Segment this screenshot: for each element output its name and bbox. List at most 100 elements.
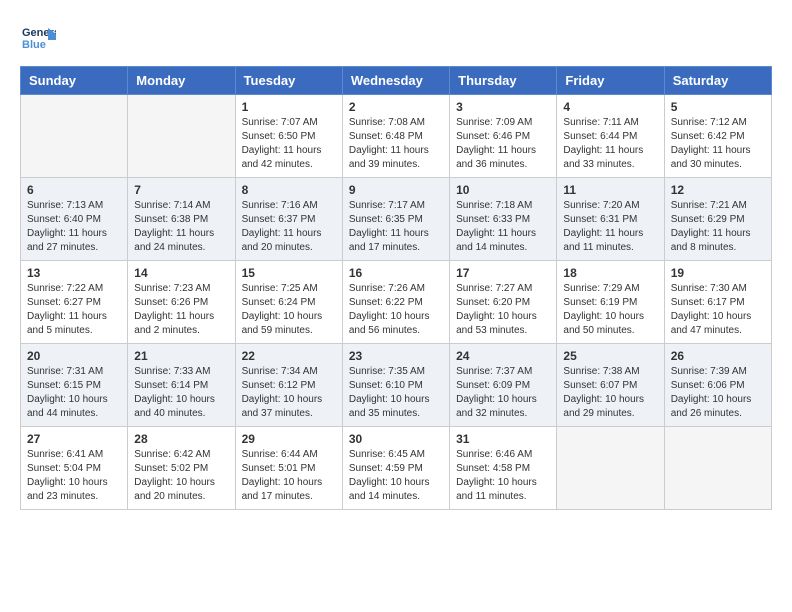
day-info: Sunrise: 7:13 AM Sunset: 6:40 PM Dayligh… xyxy=(27,199,121,255)
day-info: Sunrise: 7:29 AM Sunset: 6:19 PM Dayligh… xyxy=(563,282,657,338)
calendar-cell: 11 Sunrise: 7:20 AM Sunset: 6:31 PM Dayli… xyxy=(557,178,664,261)
calendar-cell: 2 Sunrise: 7:08 AM Sunset: 6:48 PM Daylig… xyxy=(342,95,449,178)
weekday-header-monday: Monday xyxy=(128,67,235,95)
weekday-header-row: SundayMondayTuesdayWednesdayThursdayFrid… xyxy=(21,67,772,95)
day-info: Sunrise: 7:34 AM Sunset: 6:12 PM Dayligh… xyxy=(242,365,336,421)
day-info: Sunrise: 7:31 AM Sunset: 6:15 PM Dayligh… xyxy=(27,365,121,421)
day-number: 3 xyxy=(456,100,550,114)
day-info: Sunrise: 6:45 AM Sunset: 4:59 PM Dayligh… xyxy=(349,448,443,504)
day-number: 21 xyxy=(134,349,228,363)
day-number: 2 xyxy=(349,100,443,114)
day-info: Sunrise: 7:21 AM Sunset: 6:29 PM Dayligh… xyxy=(671,199,765,255)
calendar-cell: 4 Sunrise: 7:11 AM Sunset: 6:44 PM Daylig… xyxy=(557,95,664,178)
day-info: Sunrise: 7:20 AM Sunset: 6:31 PM Dayligh… xyxy=(563,199,657,255)
day-number: 18 xyxy=(563,266,657,280)
day-info: Sunrise: 7:26 AM Sunset: 6:22 PM Dayligh… xyxy=(349,282,443,338)
calendar-cell: 17Sunrise: 7:27 AM Sunset: 6:20 PM Dayli… xyxy=(450,261,557,344)
day-info: Sunrise: 7:25 AM Sunset: 6:24 PM Dayligh… xyxy=(242,282,336,338)
calendar-cell xyxy=(664,427,771,510)
weekday-header-friday: Friday xyxy=(557,67,664,95)
day-info: Sunrise: 7:37 AM Sunset: 6:09 PM Dayligh… xyxy=(456,365,550,421)
day-number: 27 xyxy=(27,432,121,446)
day-info: Sunrise: 7:08 AM Sunset: 6:48 PM Dayligh… xyxy=(349,116,443,172)
day-number: 1 xyxy=(242,100,336,114)
day-info: Sunrise: 7:35 AM Sunset: 6:10 PM Dayligh… xyxy=(349,365,443,421)
day-number: 11 xyxy=(563,183,657,197)
day-info: Sunrise: 7:23 AM Sunset: 6:26 PM Dayligh… xyxy=(134,282,228,338)
day-number: 5 xyxy=(671,100,765,114)
day-number: 13 xyxy=(27,266,121,280)
day-info: Sunrise: 7:33 AM Sunset: 6:14 PM Dayligh… xyxy=(134,365,228,421)
day-number: 25 xyxy=(563,349,657,363)
day-info: Sunrise: 7:12 AM Sunset: 6:42 PM Dayligh… xyxy=(671,116,765,172)
calendar-cell xyxy=(557,427,664,510)
calendar-cell: 26 Sunrise: 7:39 AM Sunset: 6:06 PM Dayli… xyxy=(664,344,771,427)
weekday-header-sunday: Sunday xyxy=(21,67,128,95)
calendar-cell: 19 Sunrise: 7:30 AM Sunset: 6:17 PM Dayli… xyxy=(664,261,771,344)
day-info: Sunrise: 7:39 AM Sunset: 6:06 PM Dayligh… xyxy=(671,365,765,421)
day-number: 7 xyxy=(134,183,228,197)
day-info: Sunrise: 6:41 AM Sunset: 5:04 PM Dayligh… xyxy=(27,448,121,504)
calendar-cell: 24 Sunrise: 7:37 AM Sunset: 6:09 PM Dayli… xyxy=(450,344,557,427)
day-number: 30 xyxy=(349,432,443,446)
calendar-cell: 14 Sunrise: 7:23 AM Sunset: 6:26 PM Dayli… xyxy=(128,261,235,344)
header: General Blue xyxy=(20,20,772,56)
day-number: 16 xyxy=(349,266,443,280)
day-number: 6 xyxy=(27,183,121,197)
day-info: Sunrise: 7:18 AM Sunset: 6:33 PM Dayligh… xyxy=(456,199,550,255)
day-number: 8 xyxy=(242,183,336,197)
calendar-week-row: 6 Sunrise: 7:13 AM Sunset: 6:40 PM Daylig… xyxy=(21,178,772,261)
calendar-table: SundayMondayTuesdayWednesdayThursdayFrid… xyxy=(20,66,772,510)
calendar-cell: 12 Sunrise: 7:21 AM Sunset: 6:29 PM Dayli… xyxy=(664,178,771,261)
calendar-cell: 20 Sunrise: 7:31 AM Sunset: 6:15 PM Dayli… xyxy=(21,344,128,427)
calendar-cell xyxy=(21,95,128,178)
calendar-cell: 3 Sunrise: 7:09 AM Sunset: 6:46 PM Daylig… xyxy=(450,95,557,178)
day-number: 10 xyxy=(456,183,550,197)
calendar-cell: 8 Sunrise: 7:16 AM Sunset: 6:37 PM Daylig… xyxy=(235,178,342,261)
day-number: 31 xyxy=(456,432,550,446)
calendar-cell: 5 Sunrise: 7:12 AM Sunset: 6:42 PM Daylig… xyxy=(664,95,771,178)
day-number: 24 xyxy=(456,349,550,363)
calendar-week-row: 27 Sunrise: 6:41 AM Sunset: 5:04 PM Dayli… xyxy=(21,427,772,510)
calendar-cell: 10 Sunrise: 7:18 AM Sunset: 6:33 PM Dayli… xyxy=(450,178,557,261)
calendar-cell: 18 Sunrise: 7:29 AM Sunset: 6:19 PM Dayli… xyxy=(557,261,664,344)
day-number: 4 xyxy=(563,100,657,114)
day-number: 12 xyxy=(671,183,765,197)
weekday-header-saturday: Saturday xyxy=(664,67,771,95)
calendar-cell: 16 Sunrise: 7:26 AM Sunset: 6:22 PM Dayli… xyxy=(342,261,449,344)
calendar-cell: 25 Sunrise: 7:38 AM Sunset: 6:07 PM Dayli… xyxy=(557,344,664,427)
calendar-week-row: 1Sunrise: 7:07 AM Sunset: 6:50 PM Daylig… xyxy=(21,95,772,178)
day-number: 23 xyxy=(349,349,443,363)
day-info: Sunrise: 7:30 AM Sunset: 6:17 PM Dayligh… xyxy=(671,282,765,338)
calendar-cell xyxy=(128,95,235,178)
calendar-cell: 29Sunrise: 6:44 AM Sunset: 5:01 PM Dayli… xyxy=(235,427,342,510)
weekday-header-tuesday: Tuesday xyxy=(235,67,342,95)
calendar-cell: 6 Sunrise: 7:13 AM Sunset: 6:40 PM Daylig… xyxy=(21,178,128,261)
calendar-cell: 30 Sunrise: 6:45 AM Sunset: 4:59 PM Dayli… xyxy=(342,427,449,510)
day-info: Sunrise: 6:46 AM Sunset: 4:58 PM Dayligh… xyxy=(456,448,550,504)
calendar-cell: 31 Sunrise: 6:46 AM Sunset: 4:58 PM Dayli… xyxy=(450,427,557,510)
day-info: Sunrise: 7:22 AM Sunset: 6:27 PM Dayligh… xyxy=(27,282,121,338)
calendar-cell: 21 Sunrise: 7:33 AM Sunset: 6:14 PM Dayli… xyxy=(128,344,235,427)
day-info: Sunrise: 7:38 AM Sunset: 6:07 PM Dayligh… xyxy=(563,365,657,421)
weekday-header-thursday: Thursday xyxy=(450,67,557,95)
day-info: Sunrise: 7:09 AM Sunset: 6:46 PM Dayligh… xyxy=(456,116,550,172)
day-info: Sunrise: 7:16 AM Sunset: 6:37 PM Dayligh… xyxy=(242,199,336,255)
day-number: 26 xyxy=(671,349,765,363)
day-info: Sunrise: 6:42 AM Sunset: 5:02 PM Dayligh… xyxy=(134,448,228,504)
calendar-cell: 27 Sunrise: 6:41 AM Sunset: 5:04 PM Dayli… xyxy=(21,427,128,510)
day-number: 29 xyxy=(242,432,336,446)
day-number: 15 xyxy=(242,266,336,280)
day-number: 22 xyxy=(242,349,336,363)
day-info: Sunrise: 7:11 AM Sunset: 6:44 PM Dayligh… xyxy=(563,116,657,172)
generalblue-logo-icon: General Blue xyxy=(20,20,56,56)
day-info: Sunrise: 7:14 AM Sunset: 6:38 PM Dayligh… xyxy=(134,199,228,255)
day-number: 19 xyxy=(671,266,765,280)
day-number: 14 xyxy=(134,266,228,280)
page: General Blue SundayMondayTuesdayWednesda… xyxy=(0,0,792,530)
day-number: 17 xyxy=(456,266,550,280)
day-number: 20 xyxy=(27,349,121,363)
calendar-week-row: 13 Sunrise: 7:22 AM Sunset: 6:27 PM Dayli… xyxy=(21,261,772,344)
weekday-header-wednesday: Wednesday xyxy=(342,67,449,95)
logo-area: General Blue xyxy=(20,20,60,56)
